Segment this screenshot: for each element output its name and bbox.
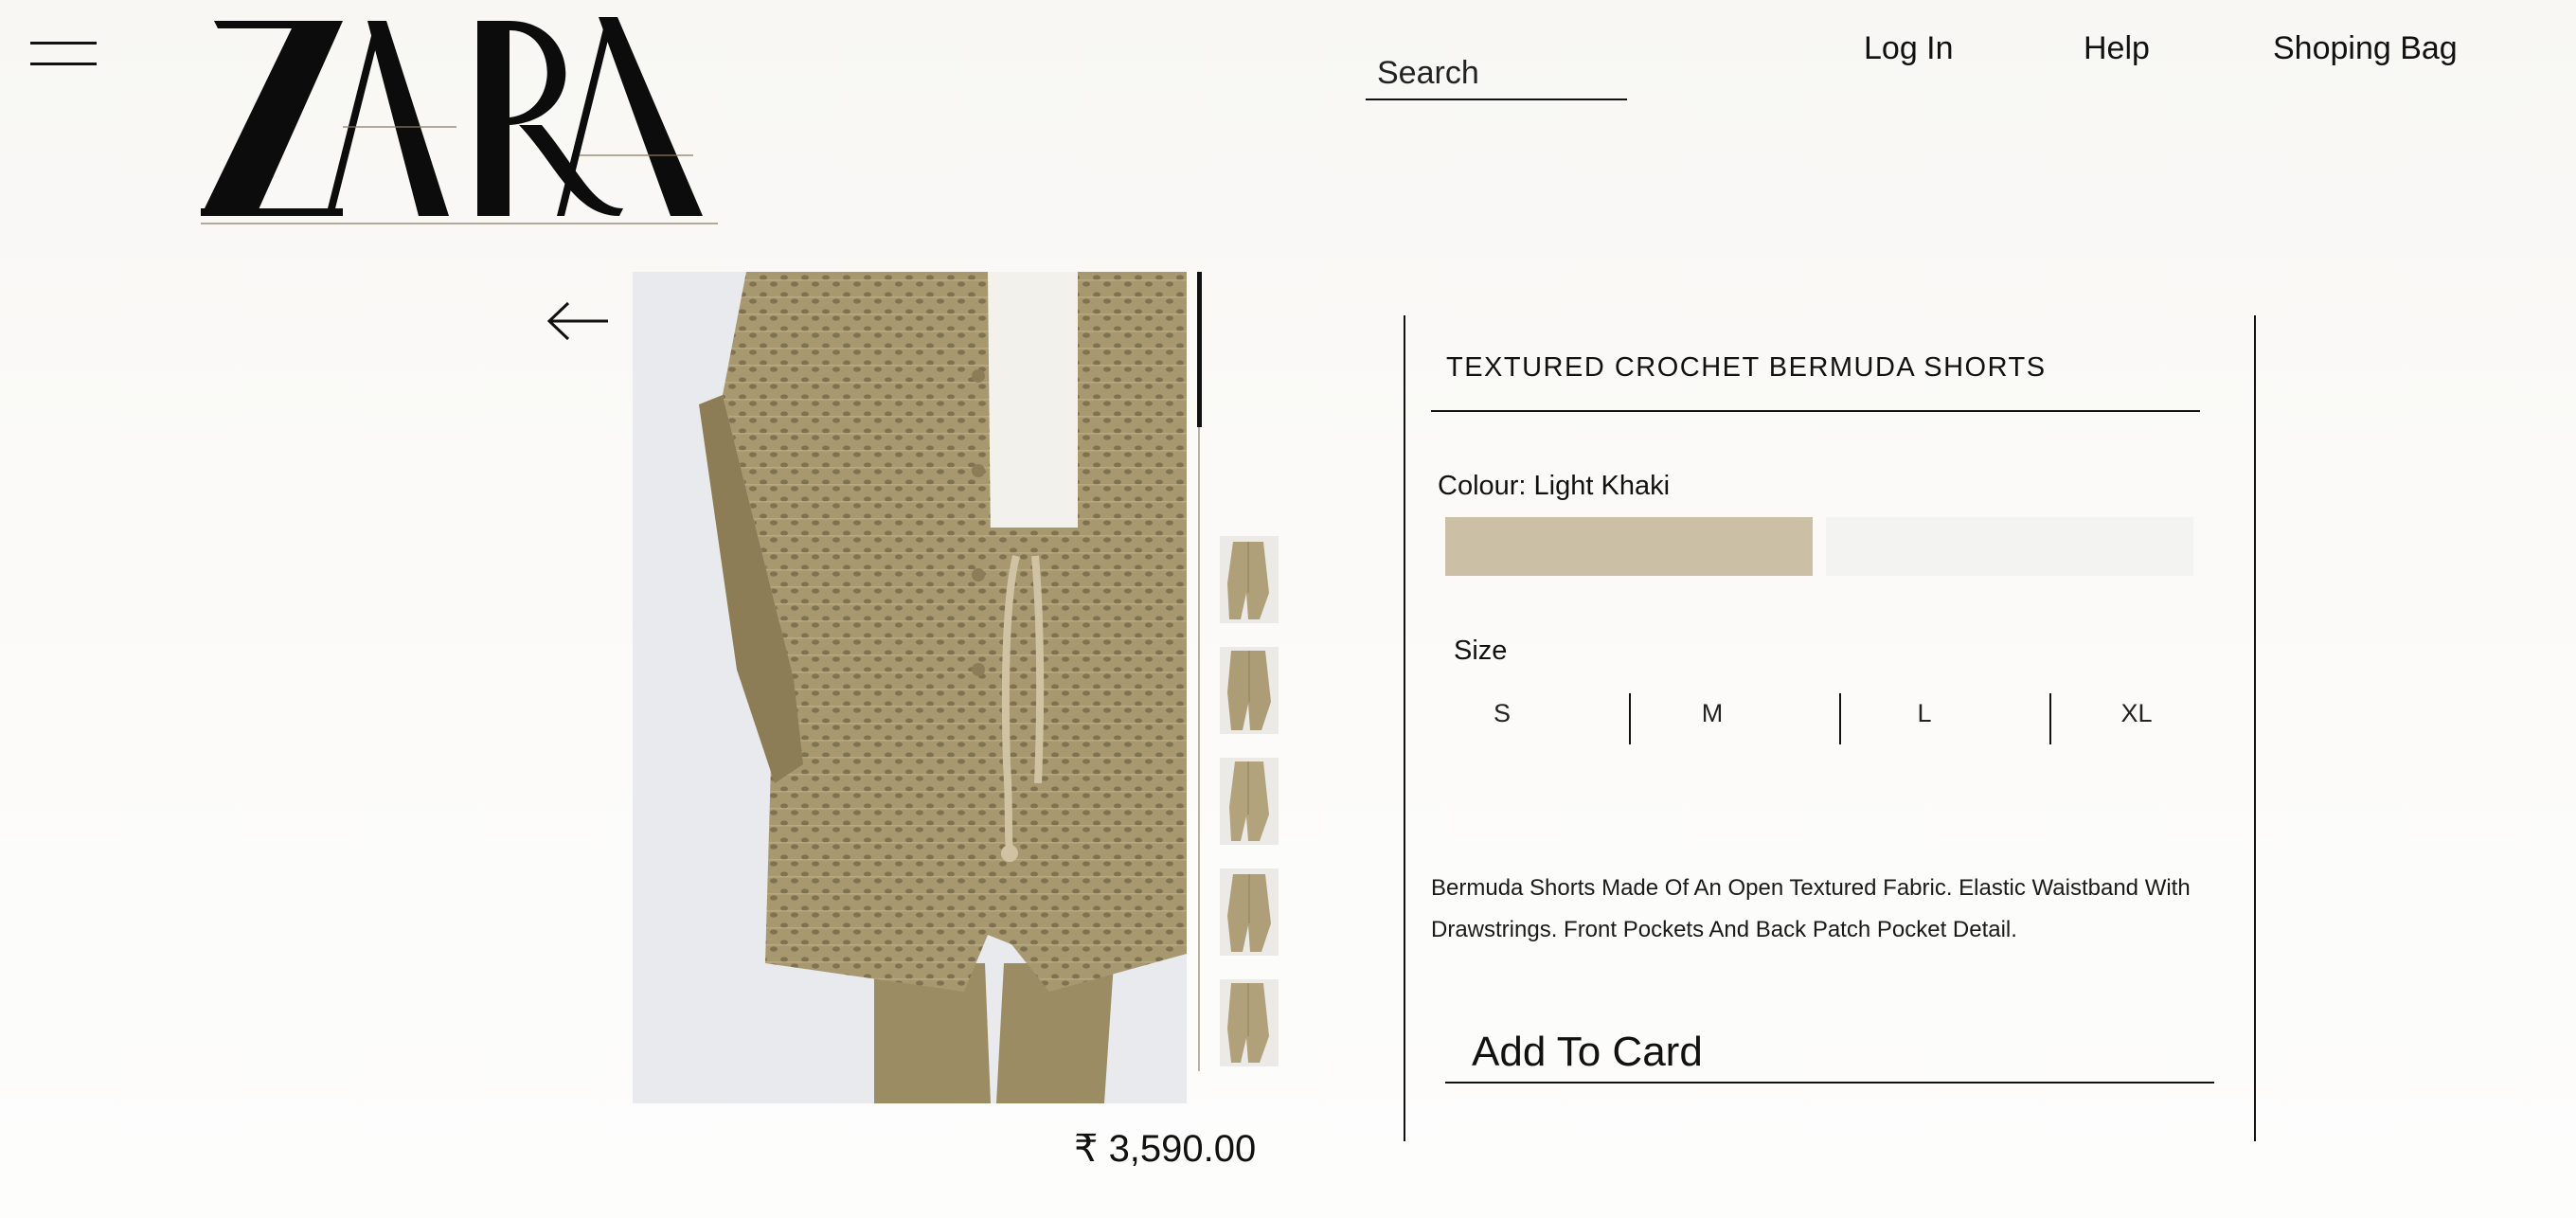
size-divider bbox=[1629, 693, 1631, 744]
size-option-xl[interactable]: XL bbox=[2099, 699, 2174, 728]
thumbnail-4[interactable] bbox=[1220, 869, 1279, 956]
search-field[interactable] bbox=[1366, 47, 1627, 100]
size-option-s[interactable]: S bbox=[1464, 699, 1540, 728]
product-title: TEXTURED CROCHET BERMUDA SHORTS bbox=[1446, 352, 2047, 383]
panel-right-border bbox=[2254, 315, 2256, 1141]
add-to-cart-button[interactable]: Add To Card bbox=[1445, 1023, 2214, 1084]
size-option-l[interactable]: L bbox=[1887, 699, 1962, 728]
thumbnail-2[interactable] bbox=[1220, 647, 1279, 734]
product-main-image bbox=[633, 272, 1187, 1103]
login-link[interactable]: Log In bbox=[1864, 30, 1954, 67]
search-input[interactable] bbox=[1375, 51, 1625, 95]
colour-swatch-light-khaki[interactable] bbox=[1445, 517, 1813, 576]
title-divider bbox=[1431, 410, 2200, 412]
shopping-bag-link[interactable]: Shoping Bag bbox=[2273, 30, 2458, 67]
colour-label: Colour: Light Khaki bbox=[1438, 471, 1671, 501]
colour-swatch-2[interactable] bbox=[1826, 517, 2193, 576]
size-option-m[interactable]: M bbox=[1674, 699, 1750, 728]
zara-logo[interactable] bbox=[201, 13, 718, 233]
help-link[interactable]: Help bbox=[2084, 30, 2150, 67]
thumbnail-5[interactable] bbox=[1220, 979, 1279, 1066]
gallery-scrollbar-thumb[interactable] bbox=[1197, 272, 1202, 427]
back-arrow-icon[interactable] bbox=[546, 299, 610, 343]
product-price: ₹ 3,590.00 bbox=[1074, 1128, 1257, 1170]
hamburger-menu-icon[interactable] bbox=[30, 42, 97, 66]
product-description: Bermuda Shorts Made Of An Open Textured … bbox=[1431, 875, 2191, 942]
panel-left-border bbox=[1404, 315, 1405, 1141]
size-divider bbox=[2049, 693, 2051, 744]
size-label: Size bbox=[1454, 636, 1508, 666]
size-divider bbox=[1839, 693, 1841, 744]
thumbnail-1[interactable] bbox=[1220, 536, 1279, 623]
thumbnail-3[interactable] bbox=[1220, 758, 1279, 845]
